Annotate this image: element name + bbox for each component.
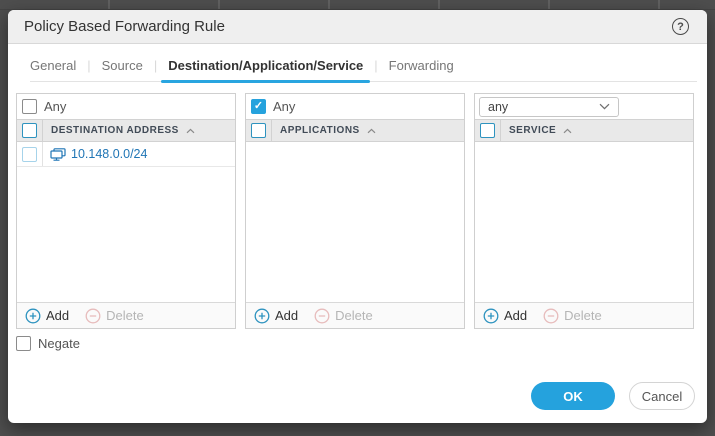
cancel-button[interactable]: Cancel: [629, 382, 695, 410]
service-header-row: SERVICE: [475, 119, 693, 142]
service-list: [475, 142, 693, 302]
dimmed-background-table: [0, 0, 715, 10]
negate-checkbox[interactable]: [16, 336, 31, 351]
address-object-icon: [50, 148, 66, 161]
chevron-up-icon[interactable]: [367, 128, 376, 134]
service-panel: any SERVICE: [474, 93, 694, 329]
service-type-dropdown-value: any: [488, 100, 508, 114]
applications-list: [246, 142, 464, 302]
destination-row-checkbox[interactable]: [22, 147, 37, 162]
circle-minus-icon: [543, 308, 559, 324]
service-column-header[interactable]: SERVICE: [509, 125, 556, 136]
delete-button[interactable]: Delete: [85, 308, 144, 324]
destination-select-all-checkbox[interactable]: [22, 123, 37, 138]
service-type-dropdown[interactable]: any: [479, 97, 619, 117]
ok-button[interactable]: OK: [531, 382, 615, 410]
tab-separator: |: [374, 58, 377, 73]
service-panel-footer: Add Delete: [475, 302, 693, 328]
add-button[interactable]: Add: [254, 308, 298, 324]
circle-plus-icon: [254, 308, 270, 324]
tab-forwarding[interactable]: Forwarding: [389, 58, 454, 73]
add-button[interactable]: Add: [483, 308, 527, 324]
applications-header-row: APPLICATIONS: [246, 119, 464, 142]
tab-bar: General | Source | Destination/Applicati…: [30, 58, 697, 82]
chevron-down-icon: [599, 103, 610, 110]
circle-plus-icon: [483, 308, 499, 324]
policy-based-forwarding-rule-dialog: Policy Based Forwarding Rule ? General |…: [8, 10, 707, 423]
negate-row: Negate: [16, 336, 707, 351]
delete-button[interactable]: Delete: [543, 308, 602, 324]
row-content: 10.148.0.0/24: [50, 147, 147, 161]
applications-any-row: Any: [246, 94, 464, 119]
destination-panel-footer: Add Delete: [17, 302, 235, 328]
destination-any-row: Any: [17, 94, 235, 119]
chevron-up-icon[interactable]: [186, 128, 195, 134]
select-all-cell: [246, 120, 272, 141]
table-row[interactable]: 10.148.0.0/24: [17, 142, 235, 167]
tab-destination-application-service[interactable]: Destination/Application/Service: [168, 58, 363, 73]
destination-any-label: Any: [44, 99, 66, 114]
circle-plus-icon: [25, 308, 41, 324]
negate-label: Negate: [38, 336, 80, 351]
delete-button-label: Delete: [335, 308, 373, 323]
delete-button-label: Delete: [564, 308, 602, 323]
dialog-title: Policy Based Forwarding Rule: [24, 18, 225, 35]
destination-address-column-header[interactable]: DESTINATION ADDRESS: [51, 125, 179, 136]
row-checkbox-cell: [17, 142, 43, 166]
dialog-titlebar: Policy Based Forwarding Rule ?: [8, 10, 707, 44]
tab-separator: |: [87, 58, 90, 73]
add-button-label: Add: [46, 308, 69, 323]
applications-any-label: Any: [273, 99, 295, 114]
service-dropdown-row: any: [475, 94, 693, 119]
add-button[interactable]: Add: [25, 308, 69, 324]
help-icon[interactable]: ?: [672, 18, 689, 35]
destination-any-checkbox[interactable]: [22, 99, 37, 114]
circle-minus-icon: [314, 308, 330, 324]
delete-button-label: Delete: [106, 308, 144, 323]
dialog-buttons: OK Cancel: [531, 382, 695, 410]
destination-address-value[interactable]: 10.148.0.0/24: [71, 147, 147, 161]
tab-separator: |: [154, 58, 157, 73]
tab-general[interactable]: General: [30, 58, 76, 73]
applications-any-checkbox[interactable]: [251, 99, 266, 114]
destination-address-list: 10.148.0.0/24: [17, 142, 235, 302]
service-select-all-checkbox[interactable]: [480, 123, 495, 138]
tab-source[interactable]: Source: [102, 58, 143, 73]
select-all-cell: [475, 120, 501, 141]
delete-button[interactable]: Delete: [314, 308, 373, 324]
add-button-label: Add: [275, 308, 298, 323]
select-all-cell: [17, 120, 43, 141]
chevron-up-icon[interactable]: [563, 128, 572, 134]
destination-address-header-row: DESTINATION ADDRESS: [17, 119, 235, 142]
panels-container: Any DESTINATION ADDRESS: [16, 93, 699, 329]
applications-panel-footer: Add Delete: [246, 302, 464, 328]
add-button-label: Add: [504, 308, 527, 323]
circle-minus-icon: [85, 308, 101, 324]
applications-select-all-checkbox[interactable]: [251, 123, 266, 138]
destination-address-panel: Any DESTINATION ADDRESS: [16, 93, 236, 329]
applications-panel: Any APPLICATIONS Add: [245, 93, 465, 329]
applications-column-header[interactable]: APPLICATIONS: [280, 125, 360, 136]
